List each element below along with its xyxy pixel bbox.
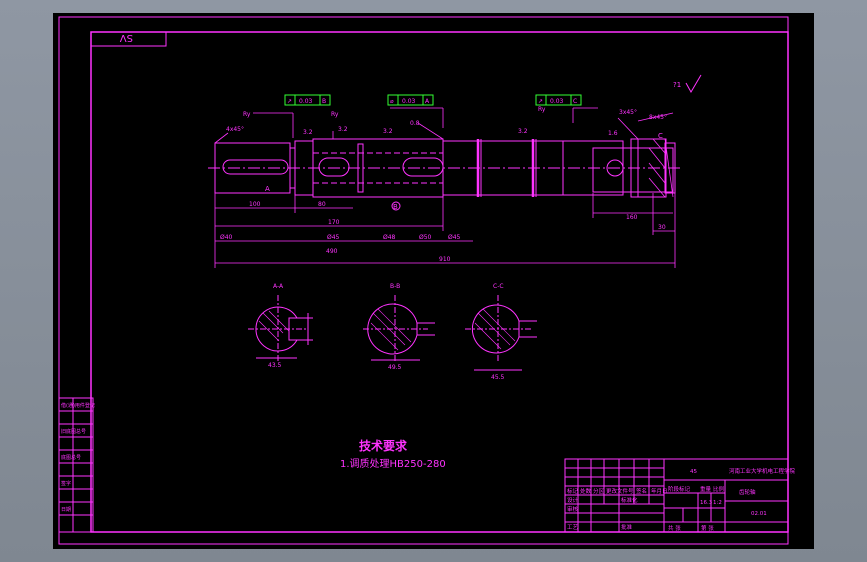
svg-text:C-C: C-C	[493, 283, 504, 290]
svg-text:Ø45: Ø45	[448, 234, 461, 241]
svg-text:↗: ↗	[287, 98, 292, 105]
svg-text:45.5: 45.5	[491, 374, 505, 381]
tech-note: 1.调质处理HB250-280	[340, 458, 446, 470]
tolerance-frame-2: ⌀ 0.03 A	[387, 94, 434, 106]
section-view-b	[363, 295, 435, 363]
tech-title: 技术要求	[359, 438, 408, 453]
svg-text:分区: 分区	[593, 487, 605, 495]
svg-text:底图总号: 底图总号	[61, 454, 81, 461]
svg-text:共 张: 共 张	[668, 524, 681, 532]
svg-text:标记: 标记	[567, 487, 579, 495]
svg-text:490: 490	[326, 248, 338, 255]
drawing-canvas[interactable]: SV ?1 ↗ 0.03 B ⌀ 0.03 A ↗ 0.03 C 4x45° R…	[53, 13, 814, 549]
svg-text:1.6: 1.6	[608, 130, 618, 137]
svg-text:批准: 批准	[621, 523, 633, 531]
svg-text:日期: 日期	[61, 507, 71, 513]
svg-text:C: C	[658, 132, 663, 140]
svg-text:重量: 重量	[700, 485, 712, 493]
svg-text:⌀: ⌀	[390, 98, 394, 105]
svg-text:02.01: 02.01	[751, 511, 767, 517]
svg-text:Ø50: Ø50	[419, 234, 432, 241]
svg-text:160: 160	[626, 214, 638, 221]
svg-text:A: A	[265, 185, 270, 193]
svg-text:设计: 设计	[567, 496, 579, 504]
svg-text:A: A	[425, 98, 430, 105]
svg-text:3.2: 3.2	[518, 128, 528, 135]
section-labels: A-A B-B C-C 43.5 49.5 45.5	[268, 283, 505, 381]
svg-text:4x45°: 4x45°	[226, 126, 244, 133]
svg-text:3.2: 3.2	[383, 128, 393, 135]
section-view-c	[465, 295, 537, 371]
svg-text:0.03: 0.03	[299, 98, 313, 105]
svg-text:A-A: A-A	[273, 283, 284, 290]
svg-text:Ø40: Ø40	[220, 234, 233, 241]
svg-text:0.03: 0.03	[402, 98, 416, 105]
svg-text:Ry: Ry	[243, 111, 251, 118]
roughness-mark-icon: ?1	[673, 74, 702, 94]
svg-text:Ø45: Ø45	[327, 234, 340, 241]
svg-text:工艺: 工艺	[567, 524, 579, 531]
svg-text:B-B: B-B	[390, 283, 400, 290]
svg-text:处数: 处数	[580, 487, 592, 495]
svg-text:45: 45	[690, 469, 697, 475]
svg-text:49.5: 49.5	[388, 364, 402, 371]
svg-text:更改文件号: 更改文件号	[606, 487, 634, 495]
svg-text:审核: 审核	[567, 505, 579, 513]
corner-tag: SV	[120, 32, 133, 43]
svg-text:B: B	[322, 98, 326, 105]
svg-text:C: C	[573, 98, 577, 105]
svg-text:80: 80	[318, 201, 326, 208]
svg-text:8x45°: 8x45°	[649, 114, 667, 121]
svg-text:年月日: 年月日	[651, 487, 668, 495]
dimension-lines	[214, 107, 676, 268]
svg-text:3x45°: 3x45°	[619, 109, 637, 116]
svg-text:3.2: 3.2	[338, 126, 348, 133]
svg-text:170: 170	[328, 219, 340, 226]
svg-text:借(通)用件登记: 借(通)用件登记	[61, 402, 95, 409]
svg-text:第 张: 第 张	[701, 524, 714, 532]
svg-text:0.8: 0.8	[410, 120, 420, 127]
svg-text:河南工业大学机电工程学院: 河南工业大学机电工程学院	[729, 467, 796, 475]
section-view-a	[248, 295, 313, 363]
tolerance-frame-3: ↗ 0.03 C	[535, 94, 582, 106]
svg-text:↗: ↗	[538, 98, 543, 105]
svg-text:Ry: Ry	[331, 111, 339, 118]
svg-text:3.2: 3.2	[303, 129, 313, 136]
svg-text:Ø48: Ø48	[383, 234, 396, 241]
svg-text:30: 30	[658, 224, 666, 231]
svg-text:1:2: 1:2	[713, 500, 722, 506]
left-table-labels: 借(通)用件登记 旧底图总号 底图总号 签字 日期	[61, 402, 95, 513]
svg-text:比例: 比例	[713, 485, 725, 493]
tolerance-frame-1: ↗ 0.03 B	[284, 94, 331, 106]
svg-text:阶段标记: 阶段标记	[668, 485, 691, 493]
inner-frame	[90, 31, 789, 533]
svg-text:16.3: 16.3	[700, 500, 713, 506]
svg-text:标准化: 标准化	[621, 496, 638, 504]
svg-text:0.03: 0.03	[550, 98, 564, 105]
svg-text:100: 100	[249, 201, 261, 208]
shaft-main-view	[208, 138, 683, 198]
svg-text:43.5: 43.5	[268, 362, 282, 369]
svg-text:B: B	[393, 203, 398, 211]
svg-text:齿轮轴: 齿轮轴	[739, 488, 756, 496]
svg-text:Ry: Ry	[538, 106, 546, 113]
surface-annotations: 4x45° Ry Ry Ry 3.2 3.2 3.2 0.8 3.2 1.6 3…	[226, 106, 667, 137]
datum-markers: A B C	[265, 132, 663, 211]
svg-text:910: 910	[439, 256, 451, 263]
svg-text:签名: 签名	[636, 487, 647, 495]
svg-text:旧底图总号: 旧底图总号	[61, 428, 86, 435]
svg-text:签字: 签字	[61, 480, 71, 487]
svg-text:?1: ?1	[673, 81, 681, 89]
